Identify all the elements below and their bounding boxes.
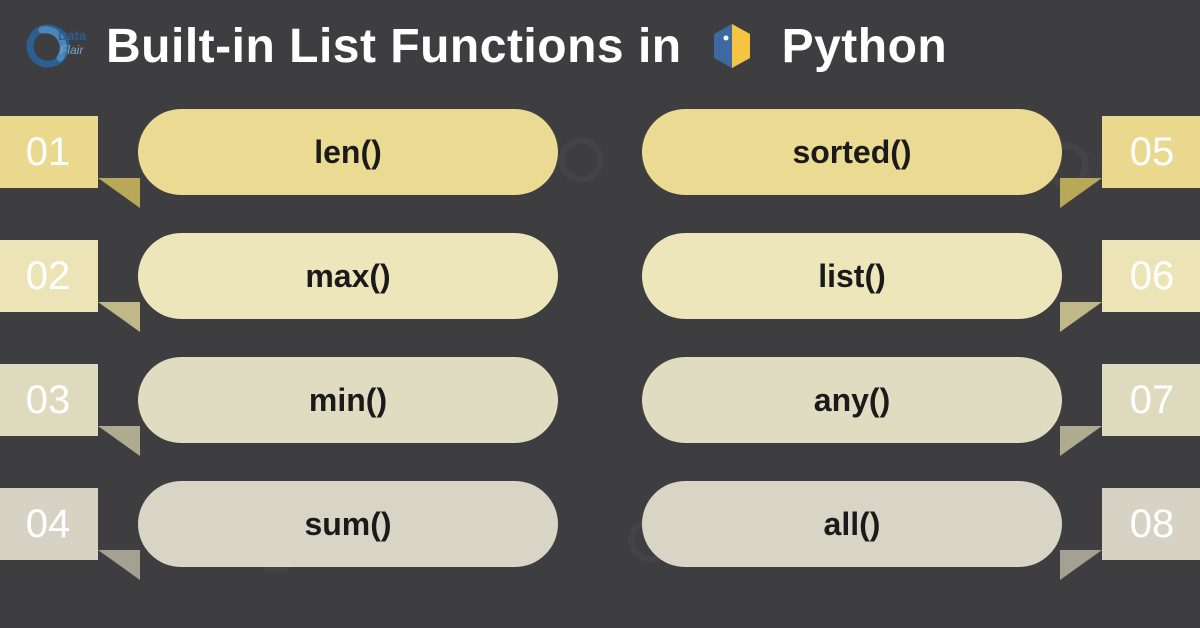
number-badge: 05: [1102, 116, 1200, 188]
dataflair-logo-icon: Data Flair: [20, 18, 90, 74]
fold-decoration: [1060, 302, 1102, 332]
item-any: any() 07: [620, 350, 1200, 450]
fold-decoration: [98, 302, 140, 332]
fold-decoration: [98, 426, 140, 456]
number-badge: 03: [0, 364, 98, 436]
title-part2: Python: [782, 19, 948, 74]
number-badge: 07: [1102, 364, 1200, 436]
python-logo-icon: [706, 20, 758, 72]
item-len: 01 len(): [0, 102, 580, 202]
number-badge: 06: [1102, 240, 1200, 312]
number-badge: 08: [1102, 488, 1200, 560]
fold-decoration: [98, 178, 140, 208]
function-pill: list(): [642, 233, 1062, 319]
title-part1: Built-in List Functions in: [106, 19, 682, 74]
item-list: list() 06: [620, 226, 1200, 326]
item-all: all() 08: [620, 474, 1200, 574]
pill-container: min(): [98, 350, 580, 450]
item-sorted: sorted() 05: [620, 102, 1200, 202]
header: Data Flair Built-in List Functions in Py…: [0, 0, 1200, 84]
function-pill: max(): [138, 233, 558, 319]
svg-text:Data: Data: [58, 28, 87, 43]
item-min: 03 min(): [0, 350, 580, 450]
function-pill: min(): [138, 357, 558, 443]
pill-container: sorted(): [620, 102, 1102, 202]
pill-container: all(): [620, 474, 1102, 574]
fold-decoration: [1060, 426, 1102, 456]
pill-container: sum(): [98, 474, 580, 574]
function-pill: len(): [138, 109, 558, 195]
fold-decoration: [1060, 550, 1102, 580]
function-pill: sorted(): [642, 109, 1062, 195]
function-pill: all(): [642, 481, 1062, 567]
number-badge: 01: [0, 116, 98, 188]
fold-decoration: [1060, 178, 1102, 208]
pill-container: max(): [98, 226, 580, 326]
function-pill: any(): [642, 357, 1062, 443]
svg-text:Flair: Flair: [60, 43, 84, 57]
item-max: 02 max(): [0, 226, 580, 326]
pill-container: list(): [620, 226, 1102, 326]
function-pill: sum(): [138, 481, 558, 567]
pill-container: len(): [98, 102, 580, 202]
item-sum: 04 sum(): [0, 474, 580, 574]
number-badge: 04: [0, 488, 98, 560]
number-badge: 02: [0, 240, 98, 312]
pill-container: any(): [620, 350, 1102, 450]
fold-decoration: [98, 550, 140, 580]
function-grid: 01 len() sorted() 05 02 max() list() 06 …: [0, 84, 1200, 574]
